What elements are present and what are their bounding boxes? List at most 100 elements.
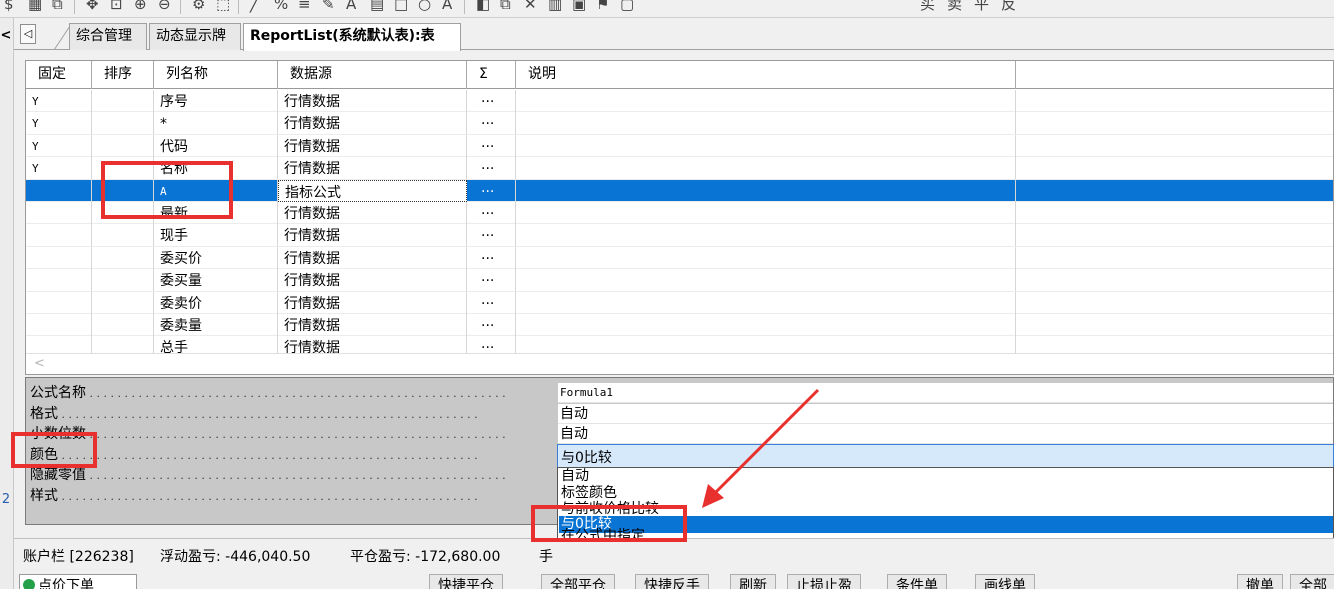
toolbar-trade-button[interactable]: 卖: [947, 0, 962, 14]
copy-icon[interactable]: ◧: [476, 0, 490, 14]
bookmark-icon[interactable]: ⚑: [596, 0, 609, 14]
circle-icon[interactable]: ○: [418, 0, 431, 14]
cell-sigma-button[interactable]: ···: [467, 291, 516, 314]
line-icon[interactable]: ╱: [250, 0, 259, 14]
move-icon[interactable]: ✥: [86, 0, 99, 14]
cell-sigma-button[interactable]: ···: [467, 314, 516, 336]
cell-fixed: Y: [26, 90, 92, 112]
cell-sigma-button[interactable]: ···: [467, 246, 516, 269]
table-row[interactable]: 委买量 行情数据 ···: [26, 269, 1333, 292]
cell-description: [516, 291, 1016, 314]
pointer-icon[interactable]: ⬚: [216, 0, 230, 14]
toolbar-trade-button[interactable]: 买: [920, 0, 935, 14]
header-description[interactable]: 说明: [516, 61, 1016, 89]
status-more: 手: [539, 549, 553, 565]
table-row[interactable]: 委卖量 行情数据 ···: [26, 314, 1333, 337]
grid-header: 固定 排序 列名称 数据源 Σ 说明: [26, 61, 1333, 89]
property-row[interactable]: 公式名称 . . . . . . . . . . . . . . . . . .…: [26, 383, 1333, 403]
cancel-order-button[interactable]: 撤单: [1237, 574, 1283, 589]
tab-scroll-left-button[interactable]: ◁: [20, 24, 36, 44]
header-sigma[interactable]: Σ: [467, 61, 516, 89]
color-combobox[interactable]: 与0比较: [557, 444, 1334, 468]
cell-sigma-button[interactable]: ···: [467, 224, 516, 247]
cancel-all-button[interactable]: 全部: [1290, 574, 1334, 589]
cell-description: [516, 157, 1016, 180]
lock-icon[interactable]: ⊡: [110, 0, 123, 14]
annotation-box-option: [531, 505, 687, 542]
close-all-button[interactable]: 全部平仓: [541, 574, 615, 589]
cell-sigma-button[interactable]: ···: [467, 179, 516, 202]
fibonacci-icon[interactable]: ≡: [298, 0, 311, 14]
property-value[interactable]: 自动: [558, 403, 1333, 424]
cell-fixed: [26, 269, 92, 292]
grid-icon[interactable]: ▤: [370, 0, 384, 14]
cell-sort: [92, 134, 154, 157]
header-column-name[interactable]: 列名称: [154, 61, 278, 89]
cell-sigma-button[interactable]: ···: [467, 202, 516, 224]
percent-icon[interactable]: %: [274, 0, 288, 14]
cell-description: [516, 314, 1016, 336]
chart-icon[interactable]: ▦: [28, 0, 42, 14]
property-leader-dots: . . . . . . . . . . . . . . . . . . . . …: [86, 428, 506, 441]
header-data-source[interactable]: 数据源: [278, 61, 467, 89]
tab-dynamic-board[interactable]: 动态显示牌: [149, 23, 241, 50]
cell-sort: [92, 112, 154, 135]
order-panel[interactable]: 点价下单: [19, 574, 137, 589]
rect-icon[interactable]: □: [394, 0, 408, 14]
property-value[interactable]: 自动: [558, 424, 1333, 444]
cell-column-name: 序号: [154, 90, 278, 112]
cell-sigma-button[interactable]: ···: [467, 157, 516, 180]
text-icon[interactable]: A: [346, 0, 356, 14]
table-row[interactable]: Y 代码 行情数据 ···: [26, 134, 1333, 158]
cell-data-source: 行情数据: [278, 202, 467, 224]
cell-sigma-button[interactable]: ···: [467, 134, 516, 157]
table-row[interactable]: 委买价 行情数据 ···: [26, 246, 1333, 270]
status-bar: 账户栏 [226238] 浮动盈亏: -446,040.50 平仓盈亏: -17…: [14, 538, 1334, 570]
property-row[interactable]: 小数位数 . . . . . . . . . . . . . . . . . .…: [26, 424, 1333, 444]
header-fixed[interactable]: 固定: [26, 61, 92, 89]
collapse-arrow-icon[interactable]: <: [0, 28, 12, 43]
frame-icon[interactable]: ▢: [620, 0, 634, 14]
tab-general[interactable]: 综合管理: [69, 23, 147, 50]
cell-column-name: 代码: [154, 134, 278, 157]
stop-loss-button[interactable]: 止损止盈: [787, 574, 861, 589]
color-option[interactable]: 自动: [559, 468, 1333, 485]
tab-reportlist[interactable]: ReportList(系统默认表):表: [243, 23, 461, 51]
cell-sigma-button[interactable]: ···: [467, 112, 516, 135]
refresh-button[interactable]: 刷新: [730, 574, 776, 589]
duplicate-icon[interactable]: ⧉: [500, 0, 511, 14]
toolbar-trade-button[interactable]: 平: [974, 0, 989, 14]
cell-sigma-button[interactable]: ···: [467, 269, 516, 292]
cell-sigma-button[interactable]: ···: [467, 90, 516, 112]
zoom-in-icon[interactable]: ⊕: [134, 0, 147, 14]
property-value[interactable]: Formula1: [558, 383, 1333, 403]
line-order-button[interactable]: 画线单: [975, 574, 1035, 589]
cell-data-source: 行情数据: [278, 112, 467, 135]
table-row[interactable]: 现手 行情数据 ···: [26, 224, 1333, 247]
toolbar-separator: [238, 0, 239, 14]
property-row[interactable]: 格式 . . . . . . . . . . . . . . . . . . .…: [26, 403, 1333, 424]
zoom-out-icon[interactable]: ⊖: [158, 0, 171, 14]
brush-icon[interactable]: ✎: [322, 0, 335, 14]
settings-icon[interactable]: ⚙: [192, 0, 205, 14]
conditional-order-button[interactable]: 条件单: [887, 574, 947, 589]
horizontal-scrollbar[interactable]: <: [26, 353, 1333, 374]
clipboard-icon[interactable]: ▥: [548, 0, 562, 14]
order-panel-label: 点价下单: [38, 578, 94, 589]
cell-description: [516, 179, 1016, 202]
header-sort[interactable]: 排序: [92, 61, 154, 89]
quick-close-button[interactable]: 快捷平仓: [429, 574, 503, 589]
delete-icon[interactable]: ✕: [524, 0, 537, 14]
table-row[interactable]: Y 序号 行情数据 ···: [26, 90, 1333, 113]
window-icon[interactable]: ⧉: [52, 0, 63, 14]
color-option[interactable]: 标签颜色: [559, 485, 1333, 502]
note-icon[interactable]: ▣: [572, 0, 586, 14]
toolbar-trade-button[interactable]: 反: [1001, 0, 1016, 14]
quick-reverse-button[interactable]: 快捷反手: [635, 574, 709, 589]
letter-a-icon[interactable]: A: [442, 0, 452, 14]
dollar-icon[interactable]: $: [4, 0, 14, 14]
scroll-left-icon[interactable]: <: [34, 356, 45, 371]
property-leader-dots: . . . . . . . . . . . . . . . . . . . . …: [86, 469, 506, 482]
table-row[interactable]: 委卖价 行情数据 ···: [26, 291, 1333, 314]
table-row[interactable]: Y * 行情数据 ···: [26, 112, 1333, 135]
